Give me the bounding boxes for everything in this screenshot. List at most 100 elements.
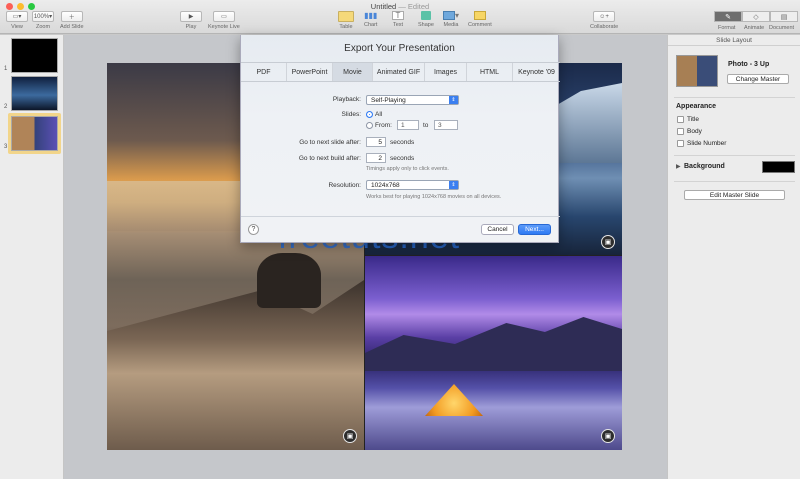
slides-from-label: From: <box>375 122 392 129</box>
view-label: View <box>11 24 23 30</box>
text-tool[interactable]: T Text <box>392 11 404 28</box>
divider <box>674 97 795 98</box>
shape-tool[interactable]: Shape <box>418 11 434 28</box>
add-slide-icon[interactable]: ＋ <box>60 11 83 22</box>
body-checkbox[interactable] <box>677 128 684 135</box>
zoom-tool[interactable]: 100% ▾ Zoom <box>32 11 54 30</box>
inspector-switcher: ✎ ◇ ▤ <box>714 11 798 22</box>
to-label: to <box>423 122 429 129</box>
tab-keynote-09[interactable]: Keynote '09 <box>513 63 560 81</box>
from-slide-input[interactable]: 1 <box>397 120 419 130</box>
slide-thumbnail-1[interactable] <box>11 38 58 73</box>
slide-thumbnail-3[interactable] <box>11 116 58 151</box>
resolution-select[interactable]: 1024x768 ⇕ <box>366 180 459 190</box>
master-name: Photo - 3 Up <box>728 61 770 68</box>
master-thumbnail <box>676 55 718 87</box>
format-inspector: Slide Layout Photo - 3 Up Change Master … <box>667 35 800 479</box>
next-button[interactable]: Next... <box>518 224 551 235</box>
media-placeholder-icon[interactable]: ▣ <box>601 429 615 443</box>
cancel-button[interactable]: Cancel <box>481 224 514 235</box>
format-paintbrush-icon[interactable]: ✎ <box>714 11 742 22</box>
window-toolbar: Untitled — Edited ▭▾ View 100% ▾ Zoom ＋ A… <box>0 0 800 34</box>
to-slide-input[interactable]: 3 <box>434 120 458 130</box>
next-slide-label: Go to next slide after: <box>299 139 361 146</box>
chevron-updown-icon: ⇕ <box>449 181 458 189</box>
collaborate-label: Collaborate <box>590 24 619 30</box>
slide-number-checkbox[interactable] <box>677 140 684 147</box>
chart-icon[interactable]: ▮▮▮ <box>364 11 377 20</box>
play-icon[interactable]: ▶ <box>180 11 202 22</box>
divider <box>674 155 795 156</box>
table-tool[interactable]: Table <box>338 11 354 30</box>
slide-thumbnail-2[interactable] <box>11 76 58 111</box>
tab-animated-gif[interactable]: Animated GIF <box>373 63 425 81</box>
keynote-live-icon[interactable]: ▭ <box>212 11 235 22</box>
tab-powerpoint[interactable]: PowerPoint <box>287 63 333 81</box>
comment-tool[interactable]: Comment <box>468 11 492 28</box>
zoom-select[interactable]: 100% ▾ <box>32 11 54 22</box>
photo-tent-night[interactable]: ▣ <box>365 256 622 450</box>
title-checkbox[interactable] <box>677 116 684 123</box>
slide-number: 3 <box>4 144 8 150</box>
background-heading: Background <box>684 163 725 170</box>
zoom-label: Zoom <box>35 24 51 30</box>
background-color-well[interactable] <box>762 161 795 173</box>
play-label: Play <box>185 24 197 30</box>
media-tool[interactable]: ▾ Media <box>442 11 460 28</box>
view-icon[interactable]: ▭▾ <box>6 11 28 22</box>
slide-navigator: 1 2 3 <box>0 35 64 479</box>
comment-icon[interactable] <box>473 11 486 20</box>
comment-label: Comment <box>468 22 492 28</box>
edit-master-slide-button[interactable]: Edit Master Slide <box>684 190 785 200</box>
body-option-label: Body <box>687 128 702 135</box>
shape-icon[interactable] <box>420 11 432 20</box>
view-tool[interactable]: ▭▾ View <box>6 11 28 30</box>
next-build-label: Go to next build after: <box>298 155 361 162</box>
next-slide-input[interactable]: 5 <box>366 137 386 147</box>
resolution-hint: Works best for playing 1024x768 movies o… <box>366 194 502 200</box>
export-dialog: Export Your Presentation PDF PowerPoint … <box>240 35 560 243</box>
dialog-title: Export Your Presentation <box>344 43 455 54</box>
format-label: Format <box>718 25 736 31</box>
rock-foreground <box>107 280 364 450</box>
divider <box>674 181 795 182</box>
collaborate-icon[interactable]: ☺+ <box>593 11 616 22</box>
media-icon[interactable]: ▾ <box>442 11 460 20</box>
next-build-input[interactable]: 2 <box>366 153 386 163</box>
document-icon[interactable]: ▤ <box>770 11 798 22</box>
chart-tool[interactable]: ▮▮▮ Chart <box>364 11 377 28</box>
slide-number: 1 <box>4 66 8 72</box>
disclosure-triangle-icon[interactable]: ▶ <box>676 163 681 170</box>
slides-from-radio[interactable] <box>366 122 373 129</box>
playback-label: Playback: <box>332 96 361 103</box>
change-master-button[interactable]: Change Master <box>727 74 789 84</box>
dialog-divider <box>241 216 560 217</box>
resolution-value: 1024x768 <box>371 181 400 189</box>
tab-movie[interactable]: Movie <box>333 63 373 81</box>
tab-images[interactable]: Images <box>425 63 467 81</box>
animate-diamond-icon[interactable]: ◇ <box>742 11 770 22</box>
export-format-tabs: PDF PowerPoint Movie Animated GIF Images… <box>241 62 560 82</box>
table-icon[interactable] <box>338 11 354 22</box>
title-option-label: Title <box>687 116 700 123</box>
mountain-range <box>365 317 622 371</box>
next-slide-unit: seconds <box>390 139 415 146</box>
zoom-value: 100% <box>33 13 50 20</box>
slides-all-radio[interactable] <box>366 111 373 118</box>
slides-all-label: All <box>375 111 383 118</box>
playback-value: Self-Playing <box>371 96 406 104</box>
add-slide-tool[interactable]: ＋ Add Slide <box>60 11 84 30</box>
playback-select[interactable]: Self-Playing ⇕ <box>366 95 459 105</box>
tab-html[interactable]: HTML <box>467 63 513 81</box>
media-placeholder-icon[interactable]: ▣ <box>343 429 357 443</box>
slide-number-option-label: Slide Number <box>687 140 727 147</box>
tab-pdf[interactable]: PDF <box>241 63 287 81</box>
add-slide-label: Add Slide <box>60 24 84 30</box>
text-icon[interactable]: T <box>392 11 404 20</box>
media-placeholder-icon[interactable]: ▣ <box>601 235 615 249</box>
chart-label: Chart <box>364 22 378 28</box>
keynote-live-tool[interactable]: ▭ Keynote Live <box>208 11 240 30</box>
play-tool[interactable]: ▶ Play <box>180 11 202 30</box>
collaborate-tool[interactable]: ☺+ Collaborate <box>590 11 618 30</box>
help-button[interactable]: ? <box>248 224 259 235</box>
